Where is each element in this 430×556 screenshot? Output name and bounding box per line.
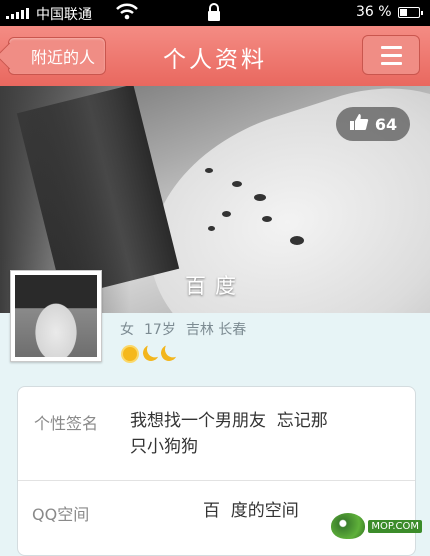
- battery-percent: 36 %: [356, 4, 392, 20]
- basic-info: 女 17岁 吉林 长春: [120, 319, 246, 339]
- signature-line: 只小狗狗: [130, 437, 198, 457]
- lock-icon: [207, 3, 221, 26]
- frog-logo-icon: [331, 513, 366, 539]
- location: 吉林 长春: [186, 319, 246, 339]
- menu-button[interactable]: [362, 35, 420, 75]
- wifi-icon: [116, 3, 138, 25]
- signal-strength-icon: [6, 8, 29, 19]
- signature-label: 个性签名: [34, 414, 99, 433]
- age: 17岁: [144, 322, 176, 338]
- battery-icon: [398, 7, 423, 18]
- avatar[interactable]: [10, 270, 102, 362]
- location-province: 吉林: [185, 322, 214, 338]
- qzone-link[interactable]: 百 度的空间: [203, 498, 299, 524]
- sun-icon: [123, 347, 137, 361]
- thumbs-up-icon: [349, 113, 369, 135]
- site-watermark: MOP.COM: [331, 513, 422, 539]
- divider: [18, 480, 415, 481]
- location-city: 长春: [218, 322, 247, 338]
- like-count: 64: [374, 114, 398, 134]
- moon-icon: [141, 343, 162, 364]
- qzone-label: QQ空间: [32, 505, 90, 524]
- navigation-bar: 附近的人 个人资料: [0, 26, 430, 87]
- watermark-text: MOP.COM: [368, 519, 422, 533]
- carrier-name: 中国联通: [36, 7, 92, 23]
- like-count-button[interactable]: 64: [336, 107, 410, 141]
- avatar-photo: [15, 275, 97, 357]
- gender: 女: [120, 322, 134, 338]
- signature-value: 我想找一个男朋友 忘记那 只小狗狗: [130, 408, 328, 460]
- level-badges: [120, 345, 177, 361]
- moon-icon: [159, 343, 180, 364]
- status-bar: 中国联通 36 %: [0, 0, 430, 26]
- signature-line: 我想找一个男朋友 忘记那: [130, 411, 328, 431]
